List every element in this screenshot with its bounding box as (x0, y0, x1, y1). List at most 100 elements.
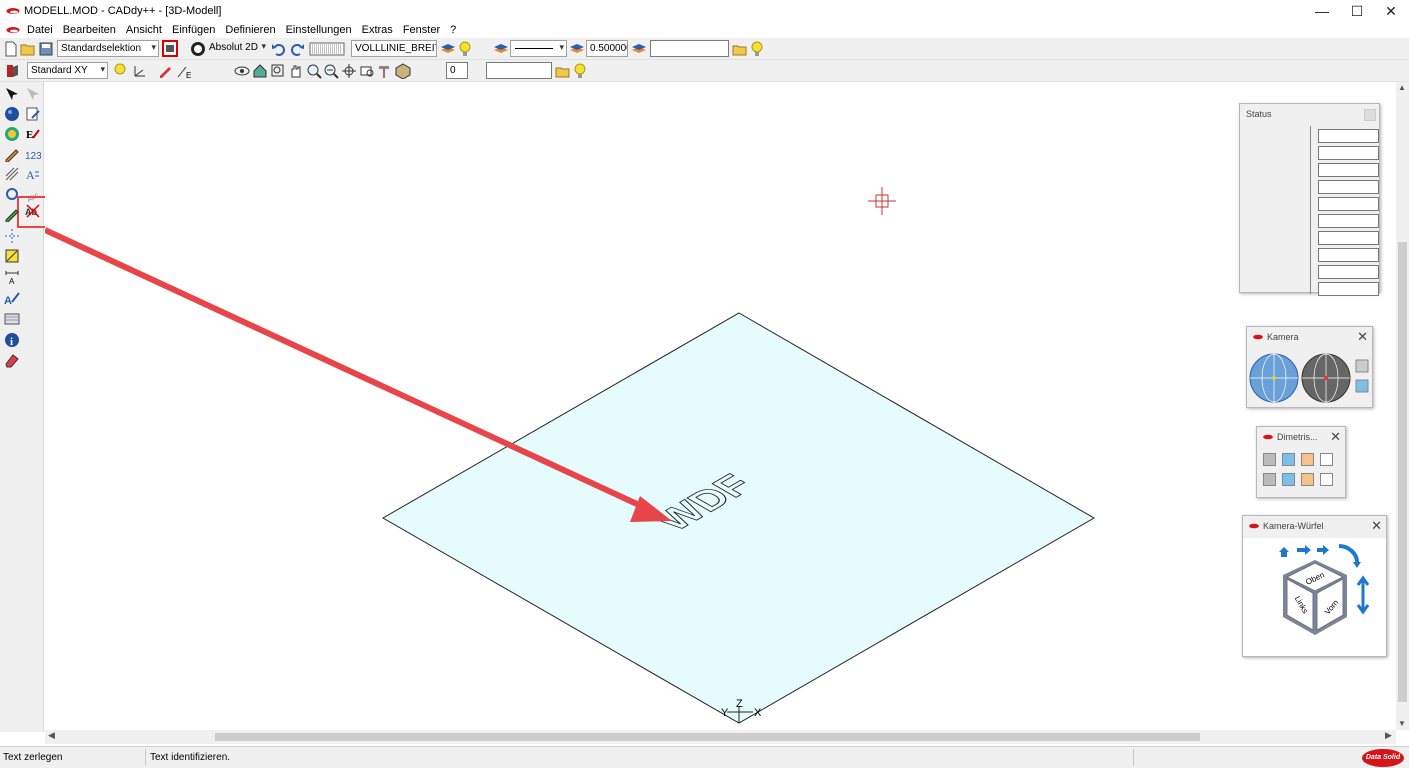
model-view[interactable]: WDF Y Z X (43, 82, 1396, 730)
close-button[interactable]: ✕ (1374, 0, 1408, 22)
dashed-line-icon[interactable] (4, 228, 20, 244)
close-icon[interactable]: ✕ (1330, 429, 1341, 445)
selection-mode-select[interactable]: Standardselektion ▾ (57, 40, 159, 57)
view-cube-icon[interactable]: Oben Links Vorn (1243, 538, 1386, 656)
edit-text-icon[interactable]: E (25, 126, 41, 142)
menu-fenster[interactable]: Fenster (398, 24, 445, 36)
vertical-scroll-thumb[interactable] (1398, 242, 1407, 702)
camera-pan-sphere-icon[interactable] (1301, 352, 1351, 404)
menu-einfuegen[interactable]: Einfügen (167, 24, 220, 36)
menu-definieren[interactable]: Definieren (220, 24, 280, 36)
folder-layer-icon[interactable] (732, 41, 748, 57)
select-gray-icon[interactable] (25, 86, 41, 102)
text-explode-icon[interactable]: Ab (25, 203, 41, 219)
status-panel-button[interactable] (1364, 109, 1376, 121)
hatch-pattern-icon[interactable] (309, 41, 345, 57)
dimetric-view-cube-icon[interactable] (1263, 473, 1276, 486)
orbit-icon[interactable] (234, 63, 250, 79)
ground-plane[interactable] (381, 312, 1095, 724)
dimetric-view-cube-icon[interactable] (1282, 473, 1295, 486)
layers-icon[interactable] (493, 41, 509, 57)
eraser-icon[interactable] (4, 352, 20, 368)
menu-ansicht[interactable]: Ansicht (121, 24, 167, 36)
new-file-icon[interactable] (3, 41, 19, 57)
layer-name-input[interactable] (486, 62, 552, 79)
dimetric-view-cube-icon[interactable] (1301, 473, 1314, 486)
status-field[interactable] (1318, 180, 1379, 194)
coordinate-axis-icon[interactable] (132, 63, 148, 79)
view-plane-select[interactable]: Standard XY ▾ (27, 62, 108, 79)
scroll-down-icon[interactable]: ▼ (1398, 719, 1406, 728)
search-input[interactable] (650, 40, 729, 57)
app-logo-icon[interactable] (6, 26, 20, 34)
camera-rotate-sphere-icon[interactable] (1249, 352, 1299, 404)
pencil-icon[interactable] (4, 146, 20, 162)
status-field[interactable] (1318, 163, 1379, 177)
dimension-numbers-icon[interactable]: 123 (25, 146, 41, 162)
minimize-button[interactable]: — (1305, 0, 1339, 22)
hatch-area-icon[interactable] (4, 311, 20, 327)
scroll-right-icon[interactable]: ▶ (1385, 730, 1392, 741)
menu-extras[interactable]: Extras (357, 24, 398, 36)
dimetric-view-cube-icon[interactable] (1320, 473, 1333, 486)
dimetric-view-cube-icon[interactable] (1320, 453, 1333, 466)
cube-render-icon[interactable] (395, 63, 411, 79)
measure-icon[interactable] (4, 248, 20, 264)
hand-pan-icon[interactable] (288, 63, 304, 79)
close-icon[interactable]: ✕ (1357, 329, 1368, 345)
scroll-left-icon[interactable]: ◀ (48, 730, 55, 741)
line-type-field[interactable]: VOLLLINIE_BREIT (351, 40, 437, 57)
text-tool-icon[interactable]: A (25, 166, 41, 182)
layers-icon[interactable] (440, 41, 456, 57)
hatch-tool-icon[interactable] (4, 166, 20, 182)
view-cube-area[interactable]: Oben Links Vorn (1243, 538, 1386, 656)
selection-filter-icon[interactable] (162, 40, 178, 57)
light-icon[interactable] (112, 63, 128, 79)
close-icon[interactable]: ✕ (1371, 518, 1382, 534)
hammer-icon[interactable] (377, 63, 393, 79)
coordinate-mode-select[interactable]: Absolut 2D ▾ (206, 40, 268, 57)
layers-icon[interactable] (631, 41, 647, 57)
dimetric-view-cube-icon[interactable] (1263, 453, 1276, 466)
annotate-icon[interactable]: A (4, 290, 20, 306)
status-field[interactable] (1318, 146, 1379, 160)
menu-datei[interactable]: Datei (22, 24, 58, 36)
redo-icon[interactable] (289, 41, 305, 57)
horizontal-scrollbar[interactable]: ◀ ▶ (45, 730, 1396, 744)
undo-icon[interactable] (271, 41, 287, 57)
zoom-window-icon[interactable] (270, 63, 286, 79)
menu-einstellungen[interactable]: Einstellungen (281, 24, 357, 36)
layers-icon[interactable] (569, 41, 585, 57)
zoom-previous-icon[interactable] (359, 63, 375, 79)
status-field[interactable] (1318, 282, 1379, 296)
status-field[interactable] (1318, 214, 1379, 228)
menu-bearbeiten[interactable]: Bearbeiten (58, 24, 121, 36)
dimension-a-icon[interactable]: A (4, 269, 20, 285)
edit-e-icon[interactable]: E (176, 63, 192, 79)
open-folder-icon[interactable] (20, 41, 36, 57)
edit-document-icon[interactable] (25, 106, 41, 122)
folder-layer-icon[interactable] (555, 63, 571, 79)
camera-cubes-icon[interactable] (1354, 357, 1370, 397)
save-icon[interactable] (38, 41, 54, 57)
horizontal-scroll-thumb[interactable] (215, 733, 1200, 741)
select-arrow-icon[interactable] (4, 86, 20, 102)
lightbulb-icon[interactable] (457, 41, 473, 57)
status-field[interactable] (1318, 248, 1379, 262)
status-field[interactable] (1318, 231, 1379, 245)
line-style-select[interactable]: ▾ (510, 40, 567, 57)
pen-icon[interactable] (157, 63, 173, 79)
zoom-all-icon[interactable] (341, 63, 357, 79)
status-field[interactable] (1318, 265, 1379, 279)
dimetric-view-cube-icon[interactable] (1301, 453, 1314, 466)
status-field[interactable] (1318, 197, 1379, 211)
globe-color-icon[interactable] (4, 126, 20, 142)
dimetric-view-cube-icon[interactable] (1282, 453, 1295, 466)
pen-green-icon[interactable] (4, 206, 20, 222)
scroll-up-icon[interactable]: ▲ (1398, 83, 1406, 92)
drawing-area[interactable]: WDF Y Z X (43, 82, 1396, 730)
lightbulb-icon[interactable] (749, 41, 765, 57)
layer-number-input[interactable]: 0 (446, 62, 468, 79)
house-view-icon[interactable] (252, 63, 268, 79)
vertical-scrollbar[interactable]: ▲ ▼ (1396, 82, 1409, 730)
